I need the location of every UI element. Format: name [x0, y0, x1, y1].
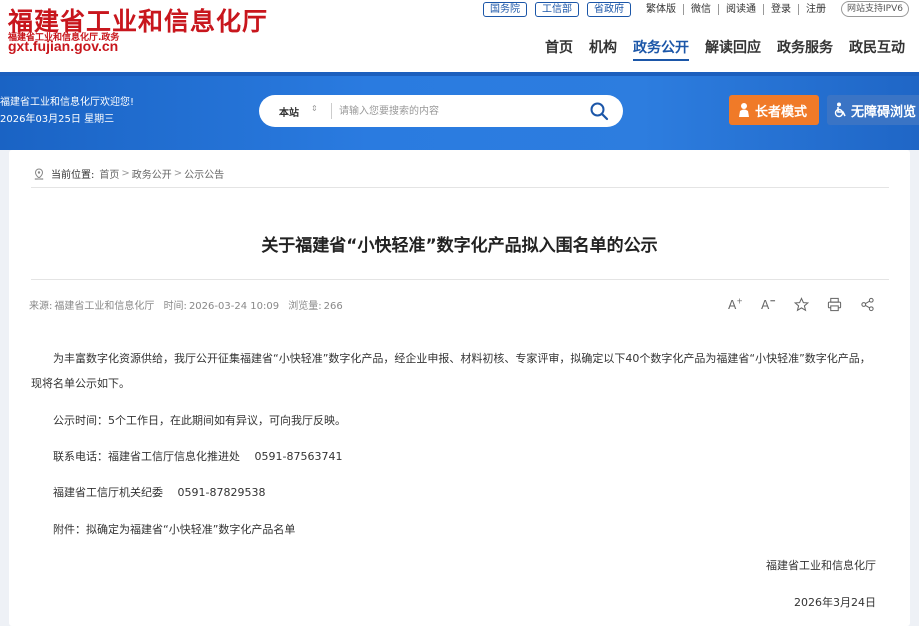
accessible-browse-button[interactable]: 无障碍浏览: [827, 95, 919, 125]
svg-text:A: A: [761, 298, 770, 312]
banner-top-line: [0, 72, 919, 76]
date-text: 2026年03月25日 星期三: [0, 114, 115, 125]
link-province-gov[interactable]: 省政府: [587, 1, 631, 17]
title-divider: [31, 279, 889, 280]
link-miit[interactable]: 工信部: [535, 1, 579, 17]
nav-organization[interactable]: 机构: [589, 37, 617, 59]
link-wechat[interactable]: 微信: [684, 3, 719, 15]
time-label: 时间:: [163, 301, 187, 312]
scope-arrows-icon[interactable]: ⇕: [311, 104, 318, 113]
ipv6-badge: 网站支持IPV6: [841, 1, 909, 17]
article-contact-2: 福建省工信厅机关纪委 0591-87829538: [53, 486, 266, 499]
article-paragraph-2: 公示时间：5个工作日，在此期间如有异议，可向我厅反映。: [53, 414, 346, 427]
search-icon[interactable]: [589, 101, 609, 121]
favorite-star-icon[interactable]: [793, 296, 809, 312]
breadcrumb: 当前位置: 首页 > 政务公开 > 公示公告: [33, 166, 224, 181]
views-label: 浏览量:: [288, 301, 322, 312]
search-box: 本站 ⇕: [259, 95, 623, 127]
link-register[interactable]: 注册: [799, 4, 833, 15]
breadcrumb-home[interactable]: 首页: [99, 166, 119, 181]
breadcrumb-divider: [31, 187, 889, 188]
source-value: 福建省工业和信息化厅: [54, 301, 155, 312]
search-scope-select[interactable]: 本站: [279, 104, 299, 119]
nav-gov-affairs[interactable]: 政务公开: [633, 37, 689, 61]
wheelchair-icon: [834, 102, 846, 118]
link-traditional[interactable]: 繁体版: [639, 3, 684, 15]
font-increase-icon[interactable]: A +: [727, 296, 743, 312]
breadcrumb-notices[interactable]: 公示公告: [184, 166, 224, 181]
article-tools: A + A: [727, 296, 892, 312]
article-contact-1: 联系电话：福建省工信厅信息化推进处 0591-87563741: [53, 450, 343, 463]
nav-interaction[interactable]: 政民互动: [849, 37, 905, 59]
accessible-label: 无障碍浏览: [851, 104, 917, 120]
elder-mode-button[interactable]: 长者模式: [729, 95, 819, 125]
link-reader[interactable]: 阅读通: [719, 3, 764, 15]
article-meta: 来源: 福建省工业和信息化厅 时间: 2026-03-24 10:09 浏览量: 26…: [29, 297, 349, 312]
svg-text:+: +: [736, 297, 742, 306]
article-paragraph-1: 为丰富数字化资源供给，我厅公开征集福建省“小快轻准”数字化产品，经企业申报、材料…: [31, 352, 871, 390]
font-decrease-icon[interactable]: A: [760, 296, 776, 312]
search-input[interactable]: [339, 102, 569, 120]
nav-interpretation[interactable]: 解读回应: [705, 37, 761, 59]
link-login[interactable]: 登录: [764, 3, 799, 15]
main-nav: 首页 机构 政务公开 解读回应 政务服务 政民互动: [545, 37, 919, 61]
top-links-bar: 国务院 工信部 省政府 繁体版 微信 阅读通 登录 注册 网站支持IPV6: [483, 1, 909, 17]
search-divider: [331, 103, 332, 119]
nav-home[interactable]: 首页: [545, 37, 573, 59]
print-icon[interactable]: [826, 296, 842, 312]
content-card: 当前位置: 首页 > 政务公开 > 公示公告 关于福建省“小快轻准”数字化产品拟…: [9, 150, 910, 626]
elder-person-icon: [739, 103, 749, 117]
welcome-text: 福建省工业和信息化厅欢迎您!: [0, 97, 135, 108]
breadcrumb-gov-affairs[interactable]: 政务公开: [132, 166, 172, 181]
article-attachment-link[interactable]: 附件：拟确定为福建省“小快轻准”数字化产品名单: [53, 521, 295, 537]
breadcrumb-sep: >: [173, 168, 183, 179]
breadcrumb-sep: >: [121, 168, 130, 179]
location-pin-icon: [34, 167, 44, 180]
share-icon[interactable]: [859, 296, 875, 312]
time-value: 2026-03-24 10:09: [188, 301, 280, 312]
breadcrumb-label: 当前位置:: [51, 170, 95, 181]
article-title: 关于福建省“小快轻准”数字化产品拟入围名单的公示: [261, 236, 658, 256]
link-state-council[interactable]: 国务院: [483, 1, 527, 17]
source-label: 来源:: [29, 301, 53, 312]
elder-mode-label: 长者模式: [755, 104, 808, 120]
views-value: 266: [323, 301, 343, 312]
logo-url: gxt.fujian.gov.cn: [8, 38, 119, 54]
site-header: 福建省工业和信息化厅 福建省工业和信息化厅.政务 gxt.fujian.gov.…: [0, 0, 919, 72]
nav-gov-services[interactable]: 政务服务: [777, 37, 833, 59]
signature-org: 福建省工业和信息化厅: [766, 559, 876, 572]
signature-date: 2026年3月24日: [794, 596, 876, 609]
